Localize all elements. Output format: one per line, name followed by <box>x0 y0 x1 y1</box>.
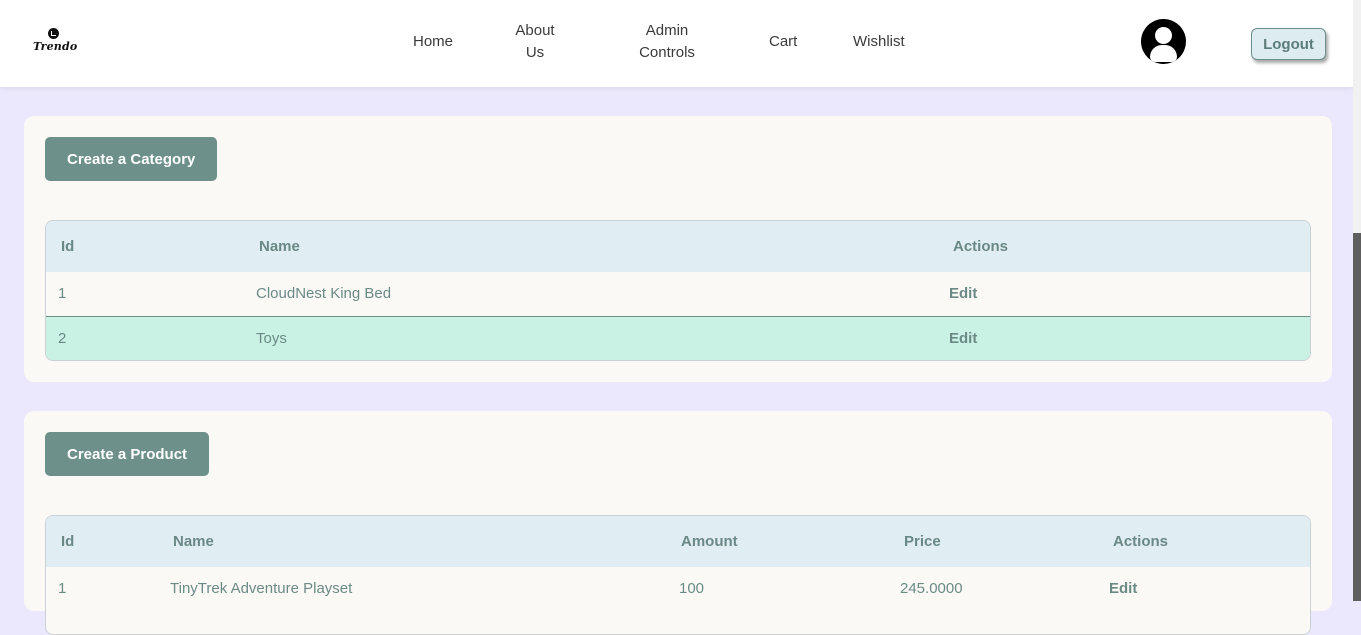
col-id: Id <box>61 533 75 550</box>
scrollbar-thumb[interactable] <box>1353 233 1361 601</box>
avatar-head <box>1155 27 1172 44</box>
nav-about-us[interactable]: About Us <box>508 20 562 64</box>
nav-admin-controls[interactable]: Admin Controls <box>633 20 701 64</box>
edit-link[interactable]: Edit <box>949 317 977 360</box>
category-panel: Create a Category Id Name Actions 1 Clou… <box>24 116 1332 382</box>
brand-logo[interactable]: Trendo <box>33 28 78 56</box>
cell-id: 2 <box>58 330 67 347</box>
table-row: 1 CloudNest King Bed Edit <box>46 272 1310 316</box>
top-navbar: Trendo Home About Us Admin Controls Cart… <box>0 0 1353 87</box>
create-category-button[interactable]: Create a Category <box>45 137 218 181</box>
product-table: Id Name Amount Price Actions 1 TinyTrek … <box>45 515 1311 635</box>
table-row: 2 Toys Edit <box>46 316 1310 360</box>
create-product-button[interactable]: Create a Product <box>45 432 210 476</box>
nav-cart[interactable]: Cart <box>769 31 797 53</box>
avatar-body <box>1150 45 1177 62</box>
cell-name: TinyTrek Adventure Playset <box>170 580 353 597</box>
cell-amount: 100 <box>679 580 705 597</box>
nav-about-line2: Us <box>525 44 545 61</box>
nav-admin-line1: Admin <box>645 22 689 39</box>
logo-mark-icon <box>48 28 59 39</box>
nav-admin-line2: Controls <box>639 44 695 61</box>
edit-link[interactable]: Edit <box>949 272 977 316</box>
col-id: Id <box>61 238 75 255</box>
col-actions: Actions <box>953 238 1009 255</box>
logout-button[interactable]: Logout <box>1251 28 1326 60</box>
col-actions: Actions <box>1113 533 1169 550</box>
category-table: Id Name Actions 1 CloudNest King Bed Edi… <box>45 220 1311 361</box>
col-amount: Amount <box>681 533 738 550</box>
logo-text: Trendo <box>33 40 78 53</box>
user-avatar-icon[interactable] <box>1141 19 1186 64</box>
edit-link[interactable]: Edit <box>1109 567 1137 611</box>
col-name: Name <box>173 533 214 550</box>
cell-name: Toys <box>256 330 287 347</box>
table-row: 1 TinyTrek Adventure Playset 100 245.000… <box>46 567 1310 611</box>
cell-id: 1 <box>58 285 67 302</box>
category-table-header: Id Name Actions <box>46 221 1310 272</box>
cell-id: 1 <box>58 580 67 597</box>
nav-wishlist[interactable]: Wishlist <box>853 31 905 53</box>
col-price: Price <box>904 533 941 550</box>
nav-home[interactable]: Home <box>413 31 453 53</box>
cell-price: 245.0000 <box>900 580 963 597</box>
product-panel: Create a Product Id Name Amount Price Ac… <box>24 411 1332 635</box>
cell-name: CloudNest King Bed <box>256 285 392 302</box>
nav-about-line1: About <box>515 22 555 39</box>
col-name: Name <box>259 238 300 255</box>
product-table-header: Id Name Amount Price Actions <box>46 516 1310 567</box>
